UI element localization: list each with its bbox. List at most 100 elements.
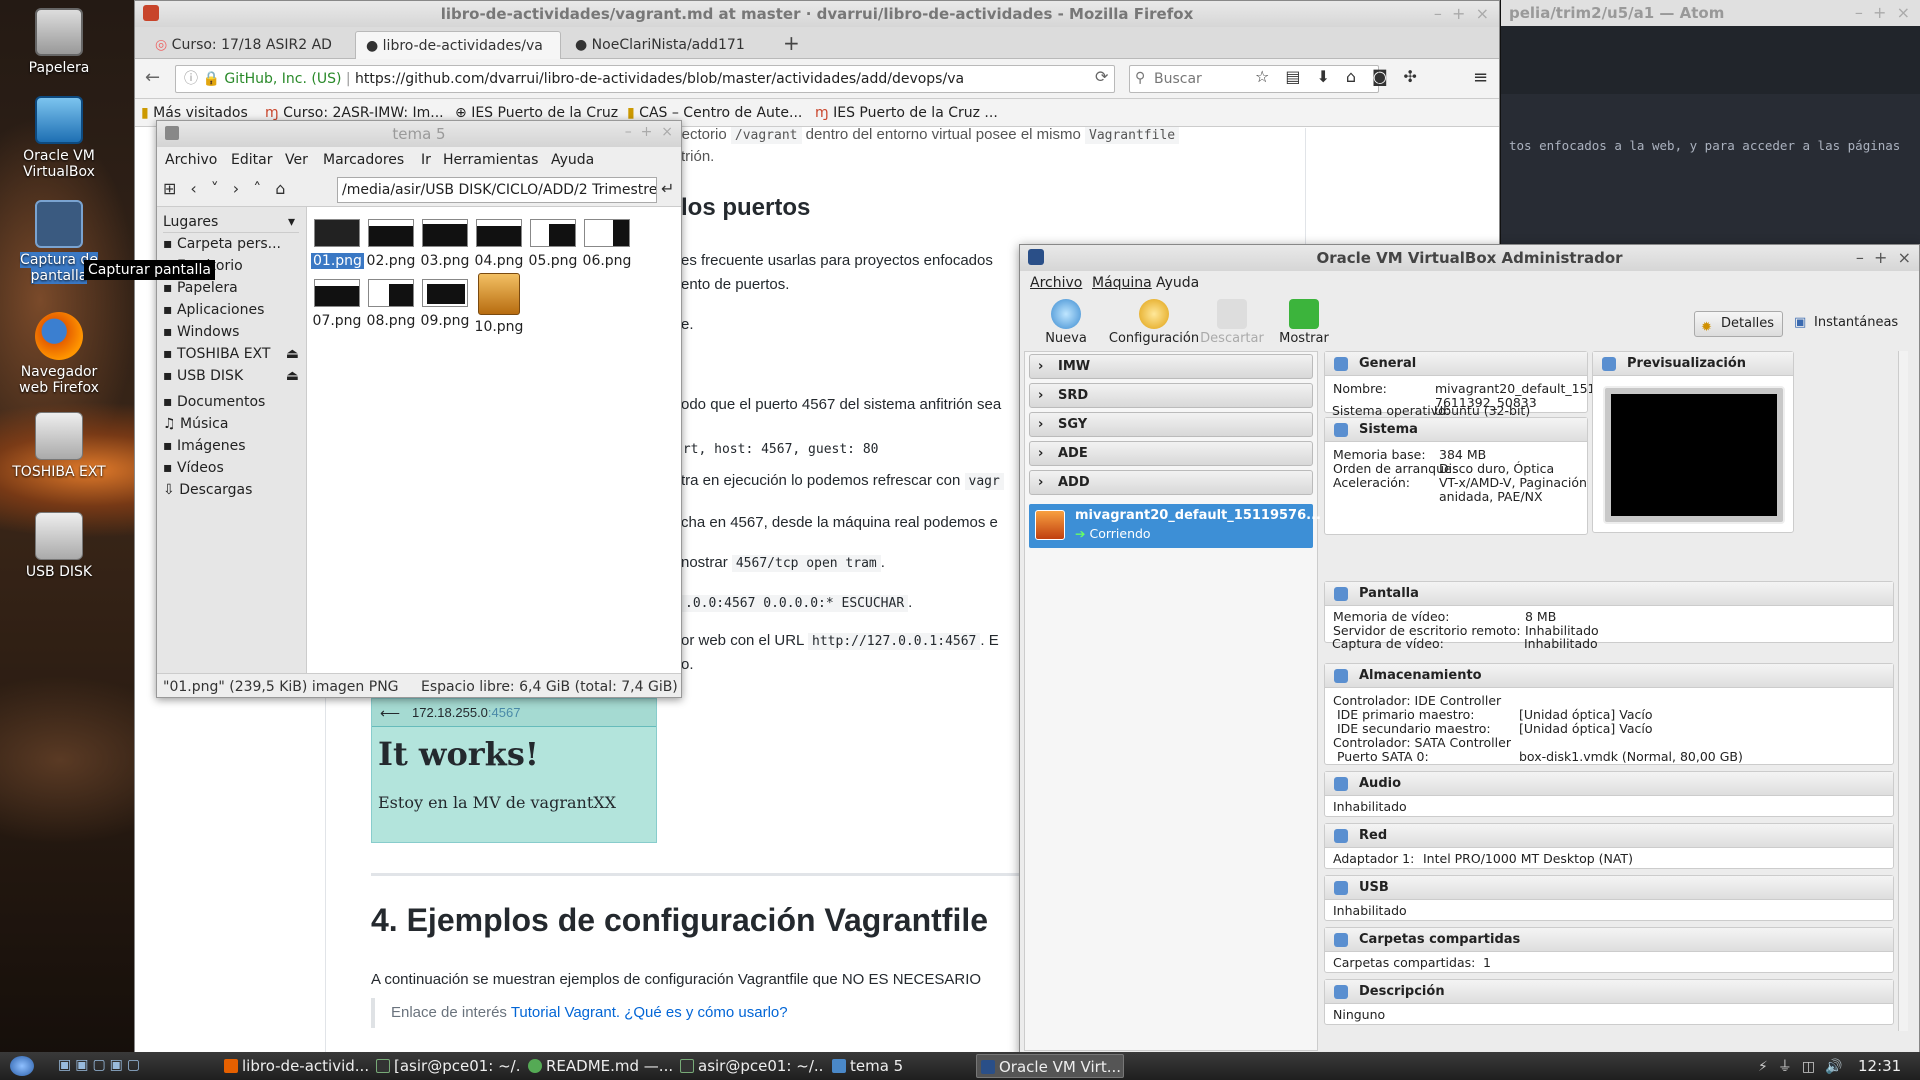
section-system: Sistema Memoria base: 384 MB Orden de ar… bbox=[1324, 417, 1588, 535]
file-item[interactable]: 07.png bbox=[311, 279, 363, 329]
place-home[interactable]: ▪ Carpeta pers... bbox=[163, 233, 281, 255]
place-toshiba[interactable]: ▪ TOSHIBA EXT ⏏ bbox=[163, 343, 303, 365]
desktop-icon-trash[interactable]: Papelera bbox=[4, 8, 114, 76]
image-thumbnail bbox=[422, 219, 468, 247]
desktop-icon-toshiba[interactable]: TOSHIBA EXT bbox=[4, 412, 114, 480]
menu-archivo[interactable]: Archivo bbox=[165, 147, 217, 173]
task-virtualbox[interactable]: Oracle VM Virt... bbox=[976, 1054, 1124, 1078]
details-view-button[interactable]: ✹ Detalles bbox=[1694, 311, 1784, 337]
file-item[interactable]: 04.png bbox=[473, 219, 525, 269]
desktop-icon-firefox[interactable]: Navegador web Firefox bbox=[4, 312, 114, 396]
usb-icon bbox=[1334, 881, 1348, 895]
task-file-manager[interactable]: tema 5 bbox=[828, 1054, 976, 1078]
back-arrow-icon[interactable]: ← bbox=[145, 67, 160, 88]
taskbar: ▣▣▢▣▢ libro-de-activid... [asir@pce01: ~… bbox=[0, 1052, 1920, 1080]
menu-ayuda[interactable]: Ayuda bbox=[1156, 271, 1199, 295]
chip-icon bbox=[1334, 423, 1348, 437]
hamburger-menu-icon[interactable]: ≡ bbox=[1473, 67, 1488, 88]
place-videos[interactable]: ▪ Vídeos bbox=[163, 457, 224, 479]
place-downloads[interactable]: ⇩ Descargas bbox=[163, 479, 252, 501]
group-add[interactable]: › ADD bbox=[1029, 470, 1313, 495]
place-usb-disk[interactable]: ▪ USB DISK ⏏ bbox=[163, 365, 303, 387]
menu-ver[interactable]: Ver bbox=[285, 147, 308, 173]
file-item[interactable]: 06.png bbox=[581, 219, 633, 269]
go-arrow-icon[interactable]: ↵ bbox=[661, 179, 674, 198]
tab-noeclarinista[interactable]: ● NoeClariNista/add171 bbox=[565, 31, 771, 59]
virtualbox-window: Oracle VM VirtualBox Administrador – + ×… bbox=[1019, 244, 1920, 1056]
url-bar[interactable]: ⓘ 🔒 GitHub, Inc. (US) | https://github.c… bbox=[175, 65, 1115, 93]
camera-icon: ▣ bbox=[1794, 315, 1807, 330]
file-item[interactable]: 10.png bbox=[473, 273, 525, 335]
file-item[interactable]: 02.png bbox=[365, 219, 417, 269]
discard-button[interactable]: Descartar bbox=[1192, 295, 1272, 346]
settings-button[interactable]: Configuración bbox=[1106, 295, 1202, 346]
window-menu-icon[interactable] bbox=[143, 5, 159, 21]
file-item[interactable]: 03.png bbox=[419, 219, 471, 269]
folder-icon bbox=[832, 1059, 846, 1073]
clock[interactable]: 12:31 bbox=[1858, 1054, 1901, 1078]
details-scrollbar[interactable] bbox=[1898, 351, 1908, 1031]
vb-window-controls[interactable]: – + × bbox=[1856, 248, 1911, 267]
folder-icon[interactable] bbox=[165, 126, 179, 140]
new-tab-button[interactable]: + bbox=[783, 31, 800, 55]
atom-window-controls[interactable]: – + × bbox=[1855, 3, 1910, 22]
reload-icon[interactable]: ⟳ bbox=[1095, 67, 1108, 86]
fm-file-view: 01.png 02.png 03.png 04.png 05.png 06.pn… bbox=[307, 207, 681, 673]
place-trash[interactable]: ▪ Papelera bbox=[163, 277, 238, 299]
group-srd[interactable]: › SRD bbox=[1029, 383, 1313, 408]
menu-ir[interactable]: Ir bbox=[421, 147, 431, 173]
virtualbox-icon[interactable] bbox=[1028, 249, 1044, 265]
fm-window-controls[interactable]: – + × bbox=[625, 124, 673, 140]
group-ade[interactable]: › ADE bbox=[1029, 441, 1313, 466]
menu-maquina[interactable]: Máquina bbox=[1092, 271, 1152, 295]
section-description: Descripción Ninguno bbox=[1324, 979, 1894, 1025]
tab-libro-actividades[interactable]: ● libro-de-actividades/va bbox=[355, 31, 561, 59]
task-terminal-1[interactable]: [asir@pce01: ~/... bbox=[372, 1054, 520, 1078]
file-item[interactable]: 09.png bbox=[419, 279, 471, 329]
network-icon bbox=[1334, 829, 1348, 843]
eject-icon: ⏏ bbox=[285, 368, 299, 384]
group-imw[interactable]: › IMW bbox=[1029, 354, 1313, 379]
file-item[interactable]: 01.png bbox=[311, 219, 364, 269]
task-terminal-2[interactable]: asir@pce01: ~/... bbox=[676, 1054, 824, 1078]
bookmark-ies-2[interactable]: ɱ IES Puerto de la Cruz ... bbox=[815, 99, 998, 127]
menu-herramientas[interactable]: Herramientas bbox=[443, 147, 538, 173]
file-item[interactable]: 05.png bbox=[527, 219, 579, 269]
menu-ayuda[interactable]: Ayuda bbox=[551, 147, 594, 173]
file-item[interactable]: 08.png bbox=[365, 279, 417, 329]
task-firefox[interactable]: libro-de-activid... bbox=[220, 1054, 368, 1078]
menu-editar[interactable]: Editar bbox=[231, 147, 272, 173]
place-music[interactable]: ♫ Música bbox=[163, 413, 228, 435]
fm-nav-buttons[interactable]: ⊞‹˅›˄⌂ bbox=[163, 179, 299, 198]
tab-curso[interactable]: ◎ Curso: 17/18 ASIR2 AD bbox=[145, 31, 351, 59]
toolbar-icons[interactable]: ☆▤⬇⌂◙✣ bbox=[1255, 67, 1433, 86]
quicklaunch-icons[interactable]: ▣▣▢▣▢ bbox=[58, 1057, 178, 1075]
path-bar[interactable]: /media/asir/USB DISK/CICLO/ADD/2 Trimest… bbox=[337, 177, 657, 203]
desktop-icon-usb-disk[interactable]: USB DISK bbox=[4, 512, 114, 580]
start-menu-icon[interactable] bbox=[10, 1056, 34, 1076]
menu-archivo[interactable]: Archivo bbox=[1030, 271, 1082, 295]
vm-item-selected[interactable]: mivagrant20_default_15119576... ➔ Corrie… bbox=[1029, 504, 1321, 548]
firefox-window-controls[interactable]: – + × bbox=[1434, 4, 1489, 23]
tooltip: Capturar pantalla bbox=[84, 260, 215, 280]
menu-marcadores[interactable]: Marcadores bbox=[323, 147, 404, 173]
section-shared-folders: Carpetas compartidas Carpetas compartida… bbox=[1324, 927, 1894, 973]
places-selector[interactable]: Lugares ▾ bbox=[163, 211, 299, 233]
terminal-icon bbox=[376, 1059, 390, 1073]
general-icon bbox=[1334, 357, 1348, 371]
snapshots-view-button[interactable]: ▣ Instantáneas bbox=[1788, 311, 1906, 337]
place-apps[interactable]: ▪ Aplicaciones bbox=[163, 299, 264, 321]
new-vm-button[interactable]: Nueva bbox=[1026, 295, 1106, 346]
place-windows[interactable]: ▪ Windows bbox=[163, 321, 239, 343]
desktop-icon-virtualbox[interactable]: Oracle VM VirtualBox bbox=[4, 96, 114, 180]
tutorial-link[interactable]: Tutorial Vagrant. ¿Qué es y cómo usarlo? bbox=[511, 1004, 788, 1021]
show-button[interactable]: Mostrar bbox=[1264, 295, 1344, 346]
task-atom[interactable]: README.md —... bbox=[524, 1054, 672, 1078]
place-pictures[interactable]: ▪ Imágenes bbox=[163, 435, 246, 457]
moodle-icon: ɱ bbox=[265, 105, 279, 121]
section-network: Red Adaptador 1: Intel PRO/1000 MT Deskt… bbox=[1324, 823, 1894, 869]
info-icon: ⓘ bbox=[184, 71, 198, 87]
group-sgy[interactable]: › SGY bbox=[1029, 412, 1313, 437]
place-documents[interactable]: ▪ Documentos bbox=[163, 391, 265, 413]
back-arrow-icon: ⟵ bbox=[380, 705, 401, 721]
